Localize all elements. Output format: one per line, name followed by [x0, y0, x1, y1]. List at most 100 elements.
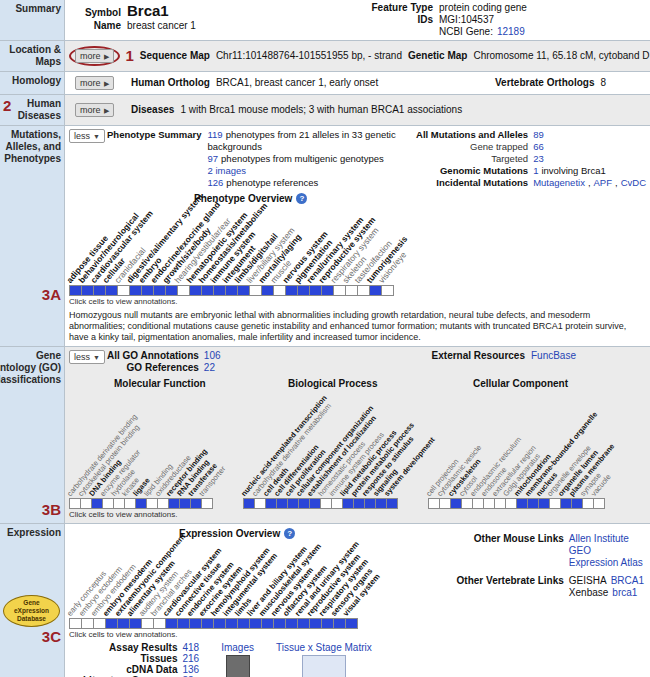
allele-link[interactable]: 1 — [533, 165, 538, 176]
annotation-cell[interactable] — [214, 618, 226, 629]
annotation-cell[interactable] — [118, 618, 130, 629]
toggle-button[interactable]: more▶ — [75, 76, 114, 90]
go-stat-link[interactable]: 106 — [204, 350, 221, 362]
annotation-cell[interactable] — [255, 498, 266, 509]
annotation-cell[interactable] — [346, 285, 358, 296]
annotation-cell[interactable] — [322, 618, 334, 629]
gxd-logo[interactable]: GeneeXpressionDatabase — [3, 595, 60, 627]
annotation-cell[interactable] — [94, 285, 106, 296]
external-link[interactable]: Expression Atlas — [569, 557, 643, 568]
annotation-cell[interactable] — [517, 498, 528, 509]
annotation-cell[interactable] — [346, 618, 358, 629]
annotation-cell[interactable] — [130, 285, 142, 296]
annotation-cell[interactable] — [343, 498, 354, 509]
phenotype-link[interactable]: 126 — [208, 177, 224, 188]
annotation-cell[interactable] — [226, 618, 238, 629]
annotation-cell[interactable] — [266, 498, 277, 509]
annotation-cell[interactable] — [572, 498, 583, 509]
annotation-cell[interactable] — [365, 498, 376, 509]
result-link[interactable]: 418 — [182, 642, 199, 653]
annotation-cell[interactable] — [310, 498, 321, 509]
annotation-cell[interactable] — [583, 498, 594, 509]
annotation-cell[interactable] — [106, 285, 118, 296]
annotation-cell[interactable] — [495, 498, 506, 509]
annotation-cell[interactable] — [82, 618, 94, 629]
annotation-cell[interactable] — [70, 285, 82, 296]
annotation-cell[interactable] — [473, 498, 484, 509]
annotation-cell[interactable] — [358, 285, 370, 296]
toggle-button[interactable]: more▶ — [75, 49, 114, 63]
annotation-cell[interactable] — [70, 498, 81, 509]
help-icon[interactable]: ? — [284, 528, 295, 539]
annotation-cell[interactable] — [262, 618, 274, 629]
matrix-link[interactable]: Tissue x Stage Matrix — [276, 642, 372, 654]
annotation-cell[interactable] — [202, 285, 214, 296]
annotation-cell[interactable] — [142, 618, 154, 629]
annotation-cell[interactable] — [561, 498, 572, 509]
annotation-cell[interactable] — [214, 285, 226, 296]
annotation-cell[interactable] — [298, 285, 310, 296]
allele-link[interactable]: 23 — [533, 153, 544, 164]
allele-link[interactable]: CvDC — [621, 177, 646, 188]
annotation-cell[interactable] — [202, 618, 214, 629]
annotation-cell[interactable] — [539, 498, 550, 509]
external-link[interactable]: BRCA1 — [611, 575, 644, 586]
annotation-cell[interactable] — [166, 618, 178, 629]
annotation-cell[interactable] — [484, 498, 495, 509]
annotation-cell[interactable] — [250, 285, 262, 296]
annotation-cell[interactable] — [550, 498, 561, 509]
result-link[interactable]: 136 — [182, 664, 199, 675]
toggle-button[interactable]: less▼ — [69, 350, 105, 364]
annotation-cell[interactable] — [154, 285, 166, 296]
annotation-cell[interactable] — [158, 498, 169, 509]
result-link[interactable]: 38 — [182, 675, 199, 677]
annotation-cell[interactable] — [190, 618, 202, 629]
annotation-cell[interactable] — [94, 618, 106, 629]
images-link[interactable]: Images — [221, 642, 254, 654]
annotation-cell[interactable] — [451, 498, 462, 509]
annotation-cell[interactable] — [334, 285, 346, 296]
toggle-button[interactable]: more▶ — [75, 103, 114, 117]
external-link[interactable]: Allen Institute — [569, 533, 629, 544]
annotation-cell[interactable] — [322, 285, 334, 296]
annotation-cell[interactable] — [528, 498, 539, 509]
annotation-cell[interactable] — [354, 498, 365, 509]
help-icon[interactable]: ? — [296, 193, 307, 204]
annotation-cell[interactable] — [332, 498, 343, 509]
allele-link[interactable]: Mutagenetix — [533, 177, 585, 188]
annotation-cell[interactable] — [274, 618, 286, 629]
toggle-button[interactable]: less▼ — [69, 129, 105, 143]
annotation-cell[interactable] — [147, 498, 158, 509]
external-link[interactable]: GEO — [569, 545, 591, 556]
annotation-cell[interactable] — [166, 285, 178, 296]
allele-link[interactable]: 66 — [533, 141, 544, 152]
annotation-cell[interactable] — [202, 498, 213, 509]
annotation-cell[interactable] — [81, 498, 92, 509]
annotation-cell[interactable] — [136, 498, 147, 509]
annotation-cell[interactable] — [180, 498, 191, 509]
annotation-cell[interactable] — [277, 498, 288, 509]
annotation-cell[interactable] — [226, 285, 238, 296]
annotation-cell[interactable] — [130, 618, 142, 629]
annotation-cell[interactable] — [310, 285, 322, 296]
annotation-cell[interactable] — [321, 498, 332, 509]
annotation-cell[interactable] — [244, 498, 255, 509]
annotation-cell[interactable] — [299, 498, 310, 509]
annotation-cell[interactable] — [382, 285, 394, 296]
annotation-cell[interactable] — [106, 618, 118, 629]
annotation-cell[interactable] — [286, 618, 298, 629]
external-link[interactable]: brca1 — [612, 587, 637, 598]
funcbase-link[interactable]: FuncBase — [531, 350, 576, 362]
annotation-cell[interactable] — [440, 498, 451, 509]
annotation-cell[interactable] — [250, 618, 262, 629]
annotation-cell[interactable] — [310, 618, 322, 629]
allele-link[interactable]: APF — [594, 177, 612, 188]
annotation-cell[interactable] — [191, 498, 202, 509]
annotation-cell[interactable] — [376, 498, 387, 509]
annotation-cell[interactable] — [70, 618, 82, 629]
annotation-cell[interactable] — [506, 498, 517, 509]
embryo-image[interactable] — [226, 655, 250, 677]
annotation-cell[interactable] — [190, 285, 202, 296]
annotation-cell[interactable] — [178, 618, 190, 629]
annotation-cell[interactable] — [154, 618, 166, 629]
